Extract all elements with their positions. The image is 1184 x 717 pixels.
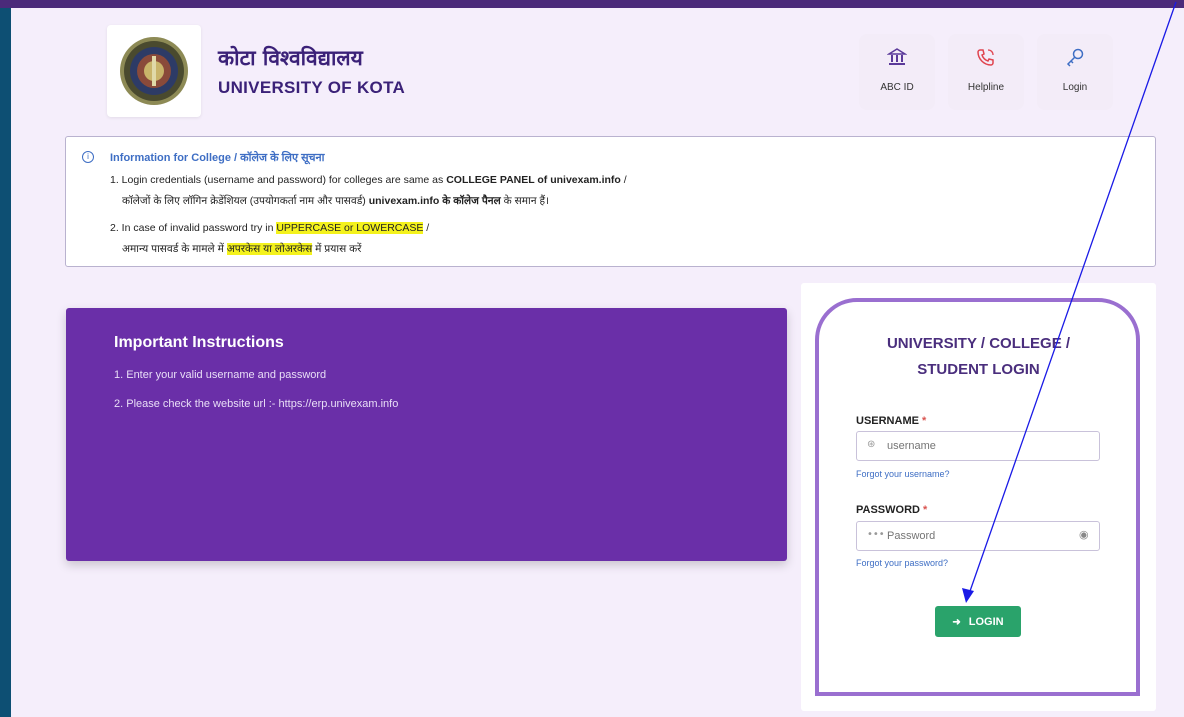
important-instructions-panel: Important Instructions 1. Enter your val…: [66, 308, 787, 561]
password-input[interactable]: [856, 521, 1100, 551]
info-item-1-hindi: कॉलेजों के लिए लॉगिन क्रेडेंशियल (उपयोगक…: [122, 195, 550, 207]
eye-icon[interactable]: ◉: [1079, 528, 1089, 541]
login-title: UNIVERSITY / COLLEGE / STUDENT LOGIN: [886, 335, 1071, 378]
login-button[interactable]: ➜ LOGIN: [935, 606, 1021, 637]
info-item-2-hindi: अमान्य पासवर्ड के मामले में अपरकेस या लो…: [122, 243, 362, 255]
abc-id-button[interactable]: ABC ID: [859, 34, 935, 110]
phone-icon: [977, 49, 994, 66]
university-name-english: UNIVERSITY OF KOTA: [218, 78, 406, 97]
instruction-item: 2. Please check the website url :- https…: [114, 398, 399, 410]
university-logo: [107, 25, 201, 117]
login-card: UNIVERSITY / COLLEGE / STUDENT LOGIN USE…: [801, 283, 1156, 711]
key-icon: [1066, 48, 1084, 67]
password-label: PASSWORD *: [856, 504, 928, 516]
top-bar: [0, 0, 1184, 8]
login-arrow-icon: ➜: [952, 616, 961, 628]
info-icon: i: [82, 151, 94, 163]
forgot-password-link[interactable]: Forgot your password?: [856, 558, 948, 568]
username-input[interactable]: [856, 431, 1100, 461]
password-dots-icon: •••: [867, 529, 885, 540]
forgot-username-link[interactable]: Forgot your username?: [856, 469, 950, 479]
info-title: Information for College / कॉलेज के लिए स…: [110, 152, 325, 164]
instruction-item: 1. Enter your valid username and passwor…: [114, 369, 327, 381]
user-icon: ⊛: [867, 439, 876, 450]
header-login-label: Login: [1062, 82, 1088, 93]
username-label: USERNAME *: [856, 415, 927, 427]
university-seal-icon: [120, 37, 188, 105]
helpline-label: Helpline: [967, 82, 1005, 93]
bank-icon: [887, 48, 907, 65]
info-item-2-english: 2. In case of invalid password try in UP…: [110, 222, 430, 234]
abc-id-label: ABC ID: [880, 82, 914, 93]
instructions-title: Important Instructions: [114, 334, 284, 351]
info-item-1-english: 1. Login credentials (username and passw…: [110, 174, 627, 186]
college-information-box: i Information for College / कॉलेज के लिए…: [65, 136, 1156, 267]
university-name-hindi: कोटा विश्वविद्यालय: [218, 46, 363, 70]
helpline-button[interactable]: Helpline: [948, 34, 1024, 110]
header-login-button[interactable]: Login: [1037, 34, 1113, 110]
page-content: कोटा विश्वविद्यालय UNIVERSITY OF KOTA AB…: [11, 8, 1184, 717]
